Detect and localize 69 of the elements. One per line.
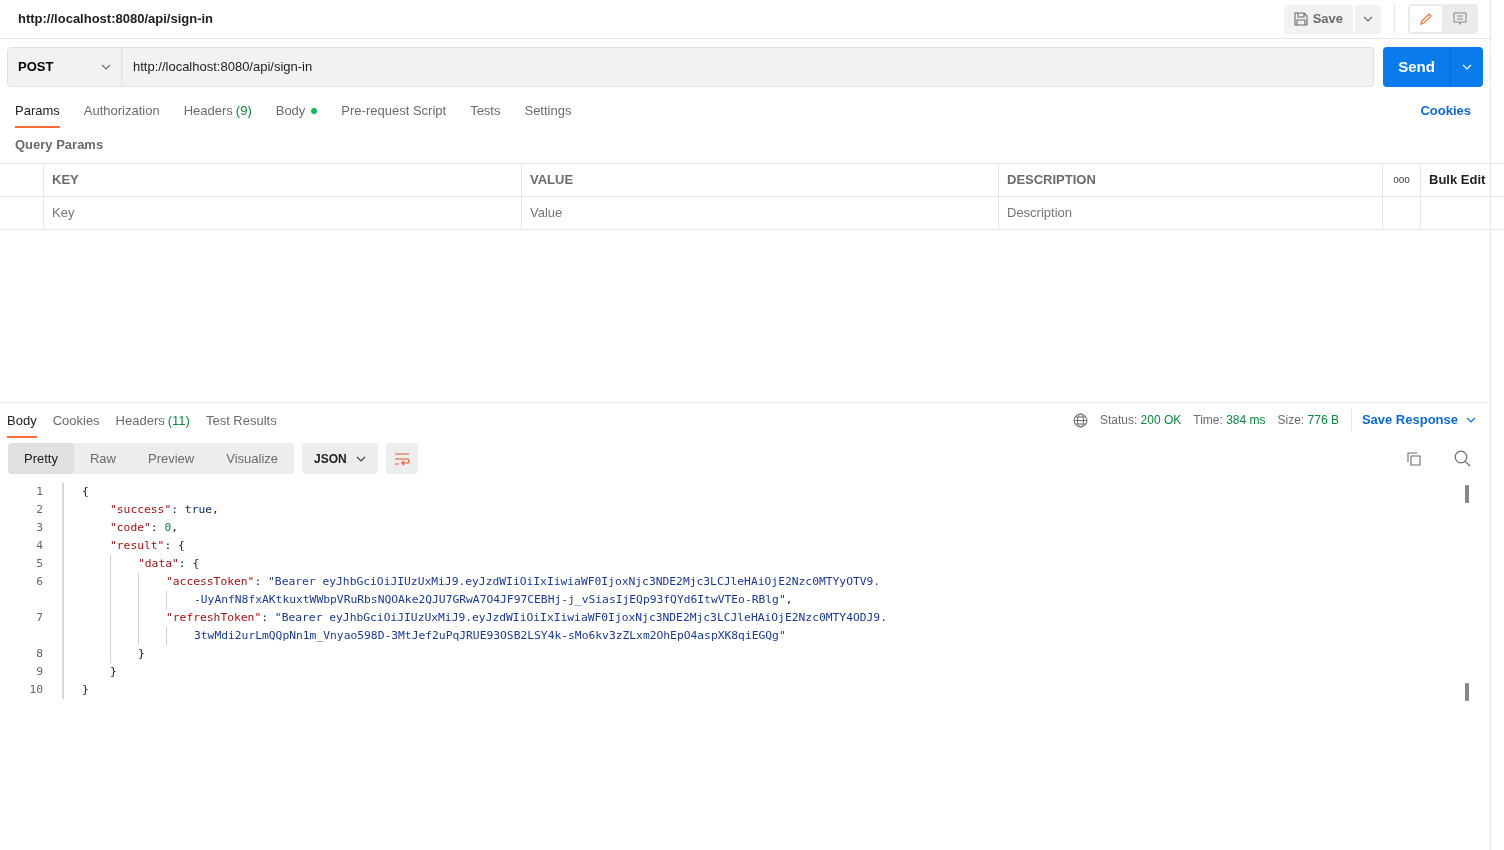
line-number: 8 — [35, 646, 43, 662]
caret-icon — [356, 455, 367, 462]
code-line: -UyAnfN8fxAKtkuxtWWbpVRuRbsNQOAke2QJU7GRwA7O4JF97CEBHj-j_vSiasIjEQp93fQYd6ItwVTEo-RBlg", — [194, 592, 793, 608]
tab[interactable]: Headers (11) — [115, 404, 190, 438]
view-mode-tab[interactable]: Preview — [132, 443, 211, 474]
tab[interactable]: Headers (9) — [183, 94, 252, 128]
line-number: 2 — [35, 502, 43, 518]
response-meta: Time: 384 ms — [1193, 412, 1266, 429]
bulk-edit-button[interactable]: Bulk Edit — [1429, 169, 1486, 190]
tab[interactable]: Cookies — [52, 404, 100, 438]
tab[interactable]: Authorization — [83, 94, 160, 128]
code-line: } — [138, 646, 145, 662]
code-line: "refreshToken": "Bearer eyJhbGciOiJIUzUxMiJ9.eyJzdWIiOiIxIiwiaWF0IjoxNjc3NDE2Mjc3LCJleHAiOjE2Nzc0MTY4ODJ9. — [166, 610, 887, 626]
line-number: 5 — [35, 556, 43, 572]
column-header: DESCRIPTION — [999, 163, 1383, 197]
code-line: { — [82, 484, 89, 500]
save-response-button[interactable]: Save Response — [1361, 410, 1476, 430]
code-line: } — [110, 664, 117, 680]
wrap-lines-button[interactable] — [386, 443, 419, 474]
request-title: http://localhost:8080/api/sign-in — [18, 10, 214, 29]
column-header: VALUE — [522, 163, 999, 197]
view-mode-tab[interactable]: Raw — [73, 443, 132, 474]
tab[interactable]: Body — [7, 404, 37, 438]
code-line: } — [82, 682, 89, 698]
response-meta: Status: 200 OK — [1099, 412, 1182, 429]
code-line: "code": 0, — [110, 520, 179, 536]
copy-icon — [1406, 450, 1422, 467]
save-options-button[interactable] — [1355, 4, 1381, 34]
code-line: "success": true, — [110, 502, 219, 518]
cookies-link[interactable]: Cookies — [1420, 101, 1471, 121]
edit-mode-button[interactable] — [1410, 6, 1442, 32]
comment-icon — [1453, 12, 1467, 26]
response-meta: Size: 776 B — [1277, 412, 1339, 429]
line-number: 7 — [35, 610, 43, 626]
code-line: "accessToken": "Bearer eyJhbGciOiJIUzUxMiJ9.eyJzdWIiOiIxIiwiaWF0IjoxNjc3NDE2Mjc3LCJleHAiOjE2Nzc0MTYyOTV9. — [166, 574, 881, 590]
column-header: KEY — [44, 163, 522, 197]
wrap-lines-icon — [394, 451, 411, 466]
pencil-icon — [1419, 12, 1433, 26]
caret-icon — [1363, 16, 1373, 22]
code-line: "result": { — [110, 538, 185, 554]
tab[interactable]: Test Results — [205, 404, 277, 438]
code-line: 3twMdi2urLmQQpNn1m_Vnyao598D-3MtJef2uPqJRUE93OSB2LSY4k-sMo6kv3zZLxm2OhEpO4aspXK8qiEGQg" — [194, 628, 786, 644]
line-number: 3 — [35, 520, 43, 536]
section-title: Query Params — [14, 136, 105, 154]
tab[interactable]: Params — [15, 94, 60, 128]
view-mode-tab[interactable]: Pretty — [8, 443, 74, 474]
line-number: 9 — [35, 664, 43, 680]
search-icon — [1454, 450, 1471, 467]
tab[interactable]: Tests — [470, 94, 501, 128]
globe-icon — [1072, 412, 1088, 428]
more-options-button[interactable]: ooo — [1393, 172, 1410, 187]
view-mode-tab[interactable]: Visualize — [210, 443, 295, 474]
line-number: 6 — [35, 574, 43, 590]
line-number: 10 — [28, 682, 43, 698]
method-dropdown[interactable]: POST — [7, 47, 122, 87]
tab[interactable]: Body — [275, 94, 318, 128]
caret-icon — [101, 64, 111, 70]
tab[interactable]: Pre-request Script — [341, 94, 447, 128]
line-number: 4 — [35, 538, 43, 554]
save-button[interactable]: Save — [1283, 4, 1353, 34]
format-dropdown[interactable]: JSON — [302, 443, 379, 474]
code-line: "data": { — [138, 556, 200, 572]
send-options-button[interactable] — [1450, 47, 1483, 87]
url-field[interactable]: http://localhost:8080/api/sign-in — [122, 47, 1374, 87]
tab[interactable]: Settings — [524, 94, 572, 128]
caret-icon — [1462, 64, 1472, 70]
caret-icon — [1466, 417, 1476, 423]
line-number: 1 — [35, 484, 43, 500]
send-button[interactable]: Send — [1383, 47, 1450, 87]
